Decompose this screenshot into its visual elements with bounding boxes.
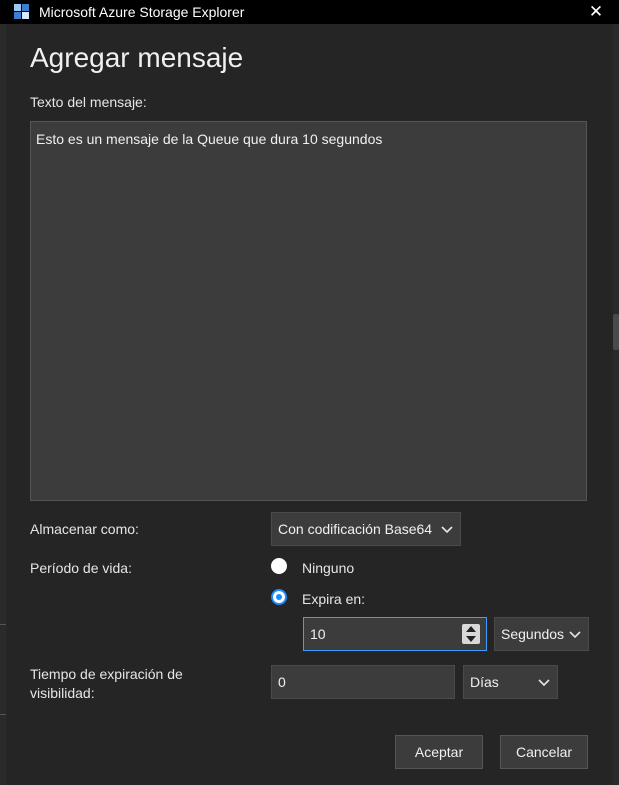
visibility-unit-select[interactable]: Días	[463, 665, 558, 699]
store-as-select[interactable]: Con codificación Base64	[271, 512, 461, 546]
chevron-down-icon	[569, 631, 581, 639]
visibility-value-input[interactable]: 0	[271, 665, 455, 699]
visibility-unit-value: Días	[470, 674, 499, 690]
chevron-down-icon	[538, 679, 550, 687]
dialog-heading: Agregar mensaje	[30, 42, 244, 73]
title-bar: Microsoft Azure Storage Explorer ✕	[0, 0, 619, 24]
background-scrollbar-thumb	[613, 314, 619, 350]
message-textarea[interactable]: Esto es un mensaje de la Queue que dura …	[30, 121, 587, 501]
visibility-value: 0	[278, 674, 286, 690]
background-app-right	[613, 24, 619, 785]
add-message-dialog: Agregar mensaje Texto del mensaje: Esto …	[6, 24, 613, 785]
ttl-expires-radio[interactable]	[271, 589, 287, 605]
azure-storage-explorer-icon	[14, 4, 30, 20]
store-as-value: Con codificación Base64	[278, 521, 433, 537]
ttl-value: 10	[310, 626, 326, 642]
store-as-label: Almacenar como:	[30, 521, 139, 537]
spinner-icon[interactable]	[462, 624, 480, 644]
ttl-unit-value: Segundos	[501, 626, 565, 642]
chevron-down-icon	[441, 526, 453, 534]
message-label: Texto del mensaje:	[30, 94, 147, 110]
ttl-unit-select[interactable]: Segundos	[494, 617, 589, 651]
close-icon[interactable]: ✕	[573, 0, 619, 24]
ttl-none-label: Ninguno	[302, 560, 355, 576]
cancel-button[interactable]: Cancelar	[500, 735, 588, 769]
ttl-none-radio[interactable]	[271, 558, 287, 574]
ok-button[interactable]: Aceptar	[395, 735, 483, 769]
visibility-label: Tiempo de expiración de visibilidad:	[30, 665, 183, 703]
visibility-label-line1: Tiempo de expiración de	[30, 666, 183, 682]
ttl-label: Período de vida:	[30, 560, 132, 576]
window-title: Microsoft Azure Storage Explorer	[39, 4, 245, 20]
ttl-expires-label: Expira en:	[302, 591, 366, 607]
visibility-label-line2: visibilidad:	[30, 685, 95, 701]
ttl-value-input[interactable]: 10	[303, 617, 487, 651]
